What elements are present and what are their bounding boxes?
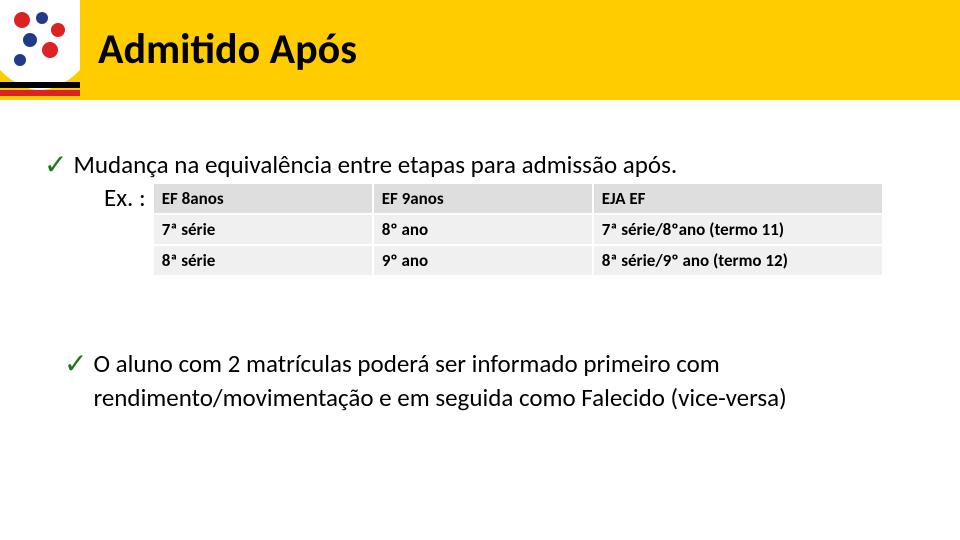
logo-sao-paulo	[0, 0, 80, 100]
table-header: EF 9anos	[373, 183, 593, 214]
slide-header: Admitido Após	[0, 0, 960, 100]
bullet-text: O aluno com 2 matrículas poderá ser info…	[93, 347, 913, 415]
table-cell: 8ª série/9º ano (termo 12)	[593, 245, 883, 276]
check-icon: ✓	[44, 148, 67, 182]
table-cell: 8º ano	[373, 214, 593, 245]
table-header: EF 8anos	[153, 183, 373, 214]
table-header-row: EF 8anos EF 9anos EJA EF	[153, 183, 883, 214]
table-cell: 9º ano	[373, 245, 593, 276]
slide-body: ✓ Mudança na equivalência entre etapas p…	[0, 100, 960, 414]
bullet-item-1: ✓ Mudança na equivalência entre etapas p…	[44, 148, 916, 277]
bullet-item-2: ✓ O aluno com 2 matrículas poderá ser in…	[44, 347, 916, 415]
bullet-text: Mudança na equivalência entre etapas par…	[73, 148, 677, 182]
check-icon: ✓	[64, 347, 87, 381]
table-row: 7ª série 8º ano 7ª série/8ºano (termo 11…	[153, 214, 883, 245]
table-header: EJA EF	[593, 183, 883, 214]
table-row: 8ª série 9º ano 8ª série/9º ano (termo 1…	[153, 245, 883, 276]
table-cell: 7ª série/8ºano (termo 11)	[593, 214, 883, 245]
table-cell: 8ª série	[153, 245, 373, 276]
table-cell: 7ª série	[153, 214, 373, 245]
slide-title: Admitido Após	[98, 24, 357, 75]
equivalence-table: EF 8anos EF 9anos EJA EF 7ª série 8º ano…	[152, 182, 884, 277]
example-label: Ex. :	[104, 182, 146, 213]
